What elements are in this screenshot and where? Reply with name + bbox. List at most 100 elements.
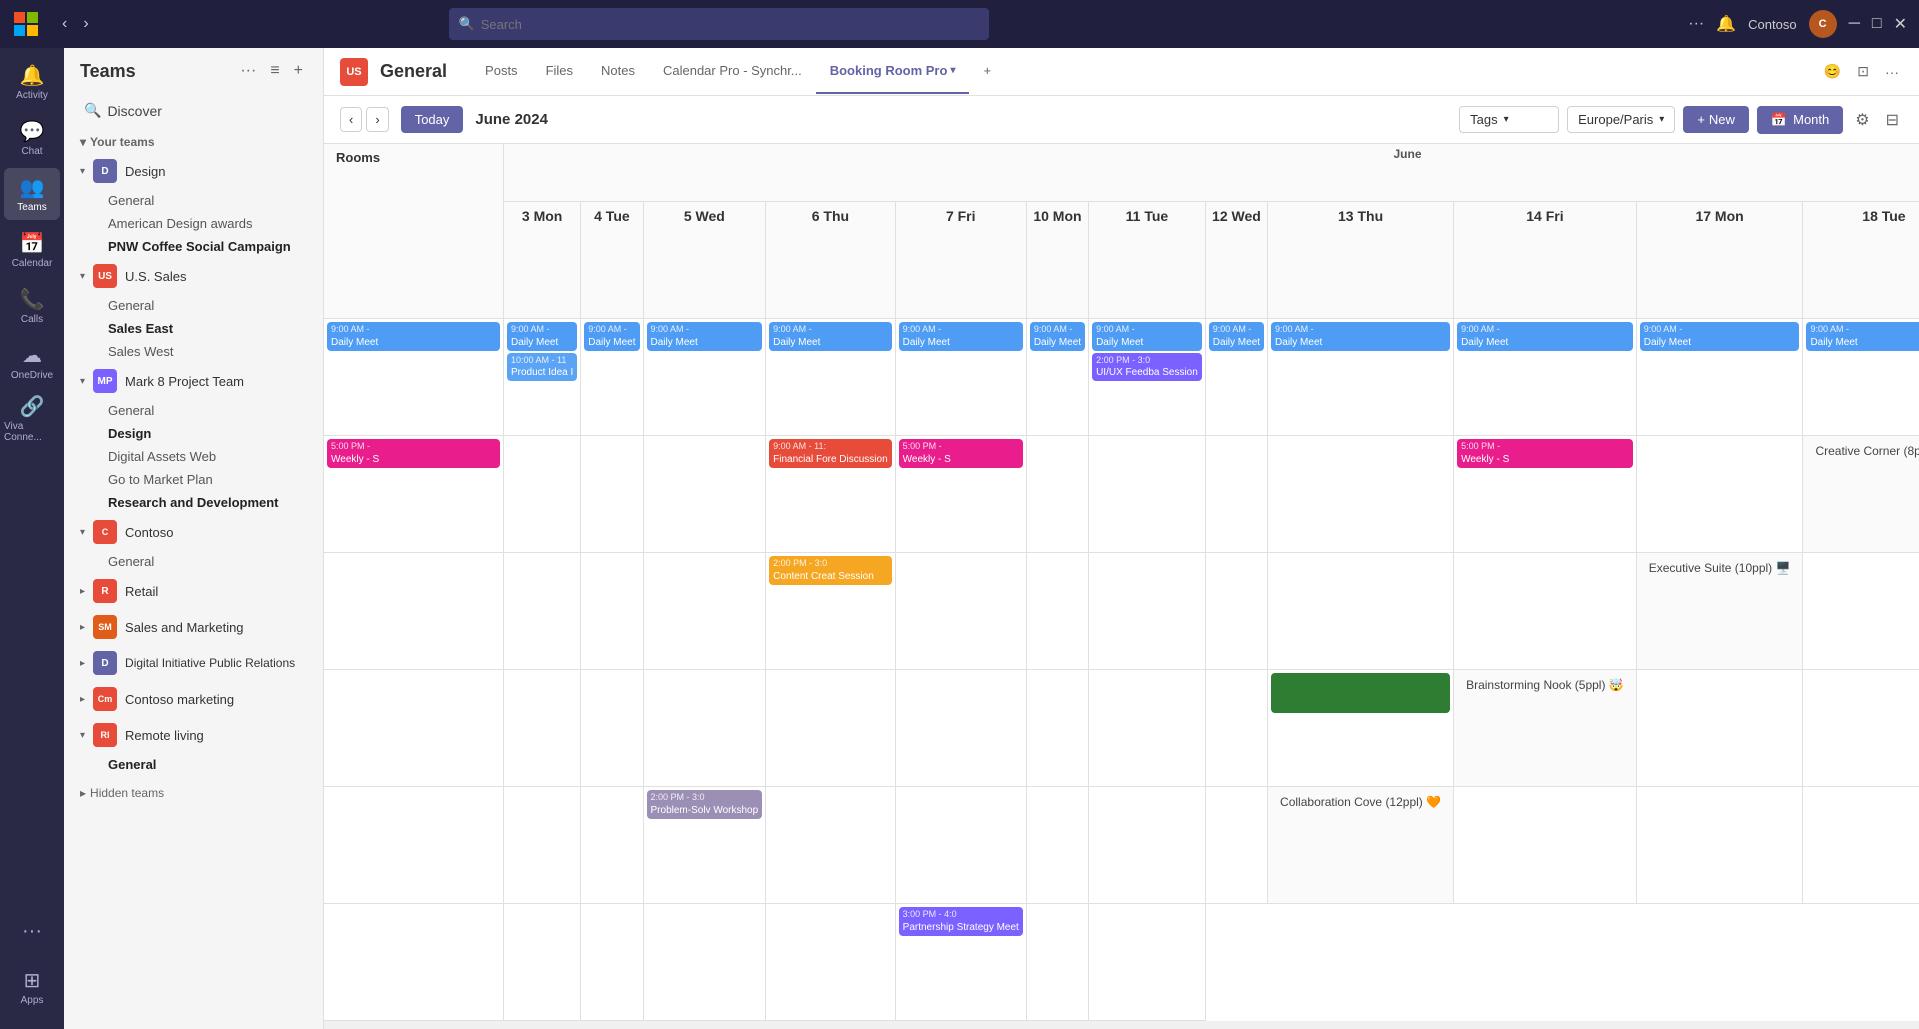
- event-financial-fore[interactable]: 9:00 AM - 11: Financial Fore Discussion: [769, 439, 892, 468]
- window-close-icon[interactable]: ✕: [1894, 14, 1907, 34]
- sidebar-add-btn[interactable]: +: [290, 60, 307, 82]
- event-weekly-s-18[interactable]: 5:00 PM - Weekly - S: [1457, 439, 1633, 468]
- event-daily-meet-7[interactable]: 9:00 AM - Daily Meet: [769, 322, 892, 351]
- event-weekly-s-11[interactable]: 5:00 PM - Weekly - S: [899, 439, 1023, 468]
- tags-dropdown[interactable]: Tags ▾: [1459, 106, 1559, 133]
- channel-mark8-digital[interactable]: Digital Assets Web: [64, 445, 323, 468]
- team-name-sales-marketing: Sales and Marketing: [125, 620, 244, 635]
- event-daily-meet-11[interactable]: 9:00 AM - Daily Meet: [1030, 322, 1085, 351]
- nav-back-btn[interactable]: ‹: [56, 13, 73, 35]
- channel-design-pnw[interactable]: PNW Coffee Social Campaign: [64, 235, 323, 258]
- channel-contoso-general[interactable]: General: [64, 550, 323, 573]
- hidden-teams[interactable]: ▸ Hidden teams: [64, 780, 323, 806]
- channel-mark8-rd[interactable]: Research and Development: [64, 491, 323, 514]
- scrollbar[interactable]: [324, 1021, 1919, 1029]
- rail-item-teams[interactable]: 👥 Teams: [4, 168, 60, 220]
- team-name-mark8: Mark 8 Project Team: [125, 374, 244, 389]
- tab-files[interactable]: Files: [532, 49, 587, 94]
- event-daily-meet-14[interactable]: 9:00 AM - Daily Meet: [1271, 322, 1450, 351]
- event-daily-meet-19[interactable]: 9:00 AM - Daily Meet: [1806, 322, 1919, 351]
- new-btn[interactable]: + New: [1683, 106, 1749, 133]
- sidebar-filter-btn[interactable]: ≡: [266, 60, 283, 82]
- team-avatar-mark8: MP: [93, 369, 117, 393]
- event-daily-meet-4[interactable]: 9:00 AM - Daily Meet: [507, 322, 577, 351]
- rail-item-more[interactable]: ···: [4, 905, 60, 957]
- channel-mark8-design[interactable]: Design: [64, 422, 323, 445]
- cell-collab-19: [1089, 904, 1206, 1021]
- event-weekly-s-4[interactable]: 5:00 PM - Weekly - S: [327, 439, 500, 468]
- header-expand-btn[interactable]: ⊡: [1853, 59, 1873, 84]
- channel-remote-general[interactable]: General: [64, 753, 323, 776]
- header-more-btn[interactable]: ···: [1881, 60, 1903, 84]
- tab-add[interactable]: +: [969, 49, 1005, 94]
- event-uiux-feedba[interactable]: 2:00 PM - 3:0 UI/UX Feedba Session: [1092, 353, 1202, 382]
- event-daily-meet-6[interactable]: 9:00 AM - Daily Meet: [647, 322, 763, 351]
- team-item-us-sales[interactable]: ▾ US U.S. Sales: [64, 258, 323, 294]
- team-item-contoso[interactable]: ▾ C Contoso: [64, 514, 323, 550]
- team-item-design[interactable]: ▾ D Design: [64, 153, 323, 189]
- team-item-sales-marketing[interactable]: ▸ SM Sales and Marketing: [64, 609, 323, 645]
- rail-item-onedrive[interactable]: ☁ OneDrive: [4, 336, 60, 388]
- tab-calendar-pro[interactable]: Calendar Pro - Synchr...: [649, 49, 816, 94]
- rail-item-chat[interactable]: 💬 Chat: [4, 112, 60, 164]
- team-item-remote-living[interactable]: ▾ Rl Remote living: [64, 717, 323, 753]
- sidebar-title: Teams: [80, 61, 136, 82]
- event-quarterly-business-2[interactable]: [1271, 673, 1450, 713]
- cell-innovators-13: 9:00 AM - Daily Meet: [1206, 319, 1268, 436]
- event-partnership-strategy[interactable]: 3:00 PM - 4:0 Partnership Strategy Meet: [899, 907, 1023, 936]
- channel-mark8-gomarket[interactable]: Go to Market Plan: [64, 468, 323, 491]
- window-maximize-icon[interactable]: □: [1872, 15, 1882, 33]
- timezone-dropdown[interactable]: Europe/Paris ▾: [1567, 106, 1675, 133]
- event-daily-meet-17[interactable]: 9:00 AM - Daily Meet: [1457, 322, 1633, 351]
- toolbar-next-btn[interactable]: ›: [366, 107, 388, 132]
- discover-section[interactable]: 🔍 Discover: [68, 94, 319, 127]
- event-product-idea[interactable]: 10:00 AM - 11 Product Idea I: [507, 353, 577, 382]
- user-name: Contoso: [1748, 17, 1796, 32]
- toolbar-today-btn[interactable]: Today: [401, 106, 464, 133]
- team-avatar-sales-marketing: SM: [93, 615, 117, 639]
- june-month-header: June: [504, 144, 1919, 202]
- channel-ussales-west[interactable]: Sales West: [64, 340, 323, 363]
- window-minimize-icon[interactable]: ─: [1849, 15, 1860, 33]
- event-daily-meet-18[interactable]: 9:00 AM - Daily Meet: [1640, 322, 1800, 351]
- sidebar-actions: ··· ≡ +: [236, 60, 307, 82]
- cell-creative-18: [1268, 553, 1454, 670]
- event-content-creat[interactable]: 2:00 PM - 3:0 Content Creat Session: [769, 556, 892, 585]
- event-daily-meet-12[interactable]: 9:00 AM - Daily Meet: [1092, 322, 1202, 351]
- expand-view-btn[interactable]: ⊟: [1882, 106, 1903, 134]
- notification-icon[interactable]: 🔔: [1716, 14, 1736, 34]
- header-actions: 😊 ⊡ ···: [1820, 59, 1903, 84]
- sidebar-more-btn[interactable]: ···: [236, 60, 260, 82]
- channel-design-general[interactable]: General: [64, 189, 323, 212]
- more-options-icon[interactable]: ···: [1688, 15, 1704, 33]
- channel-ussales-east[interactable]: Sales East: [64, 317, 323, 340]
- channel-design-awards[interactable]: American Design awards: [64, 212, 323, 235]
- event-daily-meet-3[interactable]: 9:00 AM - Daily Meet: [327, 322, 500, 351]
- tab-booking-room-pro[interactable]: Booking Room Pro ▾: [816, 49, 970, 94]
- rail-item-viva[interactable]: 🔗 Viva Conne...: [4, 392, 60, 444]
- event-problem-solving[interactable]: 2:00 PM - 3:0 Problem-Solv Workshop: [647, 790, 763, 819]
- header-emoji-btn[interactable]: 😊: [1820, 59, 1845, 84]
- cell-brain-7: [324, 787, 504, 904]
- team-item-contoso-marketing[interactable]: ▸ Cm Contoso marketing: [64, 681, 323, 717]
- channel-ussales-general[interactable]: General: [64, 294, 323, 317]
- nav-forward-btn[interactable]: ›: [77, 13, 94, 35]
- toolbar-prev-btn[interactable]: ‹: [340, 107, 362, 132]
- rail-item-activity[interactable]: 🔔 Activity: [4, 56, 60, 108]
- tab-notes[interactable]: Notes: [587, 49, 649, 94]
- team-item-digital[interactable]: ▸ D Digital Initiative Public Relations: [64, 645, 323, 681]
- event-daily-meet-10[interactable]: 9:00 AM - Daily Meet: [899, 322, 1023, 351]
- your-teams-header[interactable]: ▾ Your teams: [64, 131, 323, 153]
- team-item-retail[interactable]: ▸ R Retail: [64, 573, 323, 609]
- rail-item-calls[interactable]: 📞 Calls: [4, 280, 60, 332]
- tab-posts[interactable]: Posts: [471, 49, 532, 94]
- search-input[interactable]: [481, 17, 979, 32]
- event-daily-meet-13[interactable]: 9:00 AM - Daily Meet: [1209, 322, 1264, 351]
- month-btn[interactable]: 📅 Month: [1757, 106, 1843, 134]
- rail-item-calendar[interactable]: 📅 Calendar: [4, 224, 60, 276]
- settings-btn[interactable]: ⚙: [1851, 106, 1873, 134]
- team-item-mark8[interactable]: ▾ MP Mark 8 Project Team: [64, 363, 323, 399]
- channel-mark8-general[interactable]: General: [64, 399, 323, 422]
- event-daily-meet-5[interactable]: 9:00 AM - Daily Meet: [584, 322, 639, 351]
- rail-item-apps[interactable]: ⊞ Apps: [4, 961, 60, 1013]
